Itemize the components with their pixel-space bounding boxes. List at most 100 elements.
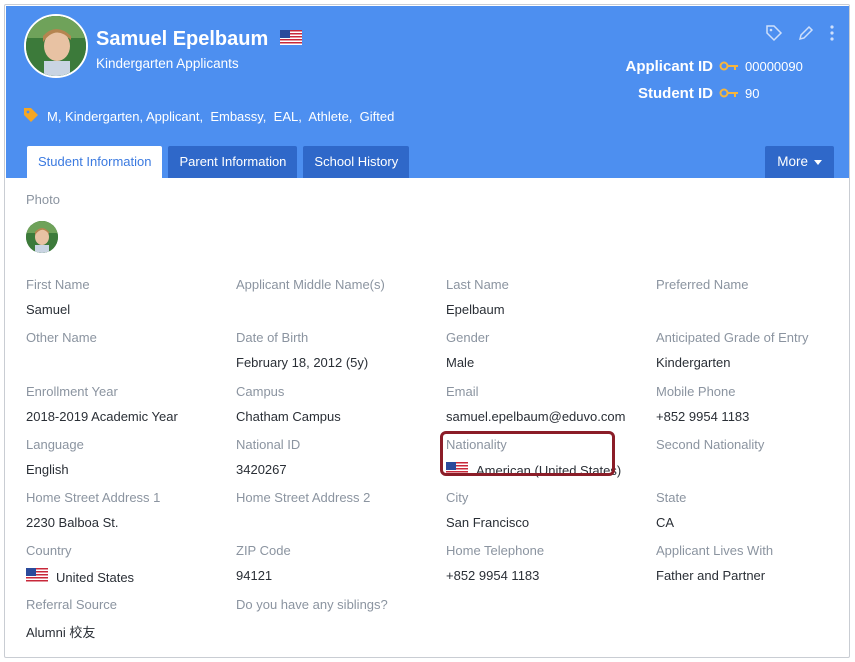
field-label: State — [656, 490, 687, 506]
field-value — [656, 462, 849, 478]
field-value — [656, 302, 849, 318]
field-other-name: Other Name — [26, 330, 236, 383]
field-country: Country United States — [26, 543, 236, 596]
field-label: Mobile Phone — [656, 383, 736, 399]
field-language: Language English — [26, 437, 236, 490]
tab-parent-information[interactable]: Parent Information — [168, 146, 298, 178]
field-label: Home Telephone — [446, 543, 545, 559]
key-icon — [719, 85, 739, 103]
field-label: ZIP Code — [236, 543, 291, 559]
tab-student-information[interactable]: Student Information — [27, 146, 163, 178]
field-label: First Name — [26, 277, 90, 292]
field-nationality: Nationality American (United States) — [440, 430, 656, 490]
avatar — [24, 14, 88, 78]
field-label: Other Name — [26, 330, 97, 346]
field-value: Chatham Campus — [236, 408, 341, 424]
field-value: United States — [26, 568, 236, 586]
tags-text[interactable]: M, Kindergarten, Applicant, Embassy, EAL… — [47, 109, 394, 124]
field-campus: Campus Chatham Campus — [236, 384, 446, 437]
field-value — [236, 622, 446, 638]
field-mobile-phone: Mobile Phone +852 9954 1183 — [656, 383, 849, 437]
field-label: Gender — [446, 330, 490, 346]
field-label: Home Street Address 2 — [236, 490, 371, 506]
field-label: Last Name — [446, 277, 509, 292]
nationality-value-text: American (United States) — [476, 463, 622, 479]
field-email: Email samuel.epelbaum@eduvo.com — [446, 384, 656, 437]
field-label: City — [446, 490, 469, 506]
field-value: 94121 — [236, 568, 273, 584]
country-value-text: United States — [56, 569, 135, 585]
field-grid: First Name Samuel Applicant Middle Name(… — [26, 277, 849, 650]
field-value: English — [26, 461, 69, 477]
field-gender: Gender Male — [446, 330, 656, 383]
field-label: Date of Birth — [236, 330, 309, 346]
field-home-street-address-1: Home Street Address 1 2230 Balboa St. — [26, 490, 236, 543]
student-name-text: Samuel Epelbaum — [96, 28, 269, 50]
us-flag-icon — [26, 568, 48, 586]
profile-header: Samuel Epelbaum Kindergarten Applicants — [6, 6, 849, 178]
field-applicant-middle-names: Applicant Middle Name(s) — [236, 277, 446, 330]
field-national-id: National ID 3420267 — [236, 437, 446, 490]
applicant-id-label: Applicant ID — [625, 58, 713, 75]
field-label: Nationality — [446, 436, 507, 452]
field-value: CA — [656, 515, 675, 531]
field-value: Alumni 校友 — [26, 624, 96, 640]
field-date-of-birth: Date of Birth February 18, 2012 (5y) — [236, 330, 446, 383]
field-label: Language — [26, 436, 84, 452]
field-siblings: Do you have any siblings? — [236, 597, 446, 650]
student-id-value: 90 — [745, 86, 760, 101]
field-value: 2230 Balboa St. — [26, 515, 119, 531]
field-label: Anticipated Grade of Entry — [656, 330, 809, 346]
student-profile-window: Samuel Epelbaum Kindergarten Applicants — [4, 4, 850, 658]
field-label: Applicant Middle Name(s) — [236, 277, 385, 292]
key-icon — [719, 58, 739, 76]
field-value — [236, 302, 446, 318]
student-photo[interactable] — [26, 221, 58, 253]
field-last-name: Last Name Epelbaum — [446, 277, 656, 330]
kebab-menu-icon[interactable] — [829, 24, 835, 47]
field-state: State CA — [656, 490, 849, 543]
field-value: +852 9954 1183 — [656, 408, 750, 424]
field-label: Preferred Name — [656, 277, 749, 292]
field-value: 2018-2019 Academic Year — [26, 408, 178, 424]
field-value: Kindergarten — [656, 355, 731, 371]
more-button-label: More — [777, 154, 808, 169]
field-first-name: First Name Samuel — [26, 277, 236, 330]
student-name: Samuel Epelbaum — [96, 28, 302, 51]
field-enrollment-year: Enrollment Year 2018-2019 Academic Year — [26, 384, 236, 437]
field-value: San Francisco — [446, 515, 530, 531]
field-label: Enrollment Year — [26, 383, 118, 399]
header-actions — [765, 24, 835, 47]
field-anticipated-grade: Anticipated Grade of Entry Kindergarten — [656, 330, 849, 383]
chevron-down-icon — [814, 159, 822, 165]
id-block: Applicant ID 00000090 Student ID 90 — [625, 53, 803, 107]
field-value: +852 9954 1183 — [446, 568, 540, 584]
more-button[interactable]: More — [765, 146, 834, 178]
student-id-label: Student ID — [638, 85, 713, 102]
tab-school-history[interactable]: School History — [303, 146, 410, 178]
student-id-row: Student ID 90 — [625, 80, 803, 107]
field-value: Epelbaum — [446, 302, 505, 317]
tag-list: M, Kindergarten, Applicant, Embassy, EAL… — [23, 107, 394, 126]
field-label: Applicant Lives With — [656, 543, 774, 559]
field-value: Father and Partner — [656, 568, 766, 584]
applicant-group: Kindergarten Applicants — [96, 56, 239, 71]
tag-outline-icon[interactable] — [765, 24, 783, 47]
field-second-nationality: Second Nationality — [656, 437, 849, 490]
field-value: Male — [446, 355, 475, 371]
field-label: Do you have any siblings? — [236, 596, 388, 612]
field-value: samuel.epelbaum@eduvo.com — [446, 408, 626, 424]
field-value: February 18, 2012 (5y) — [236, 355, 369, 371]
photo-label: Photo — [26, 192, 60, 207]
field-preferred-name: Preferred Name — [656, 277, 849, 330]
applicant-id-value: 00000090 — [745, 59, 803, 74]
applicant-id-row: Applicant ID 00000090 — [625, 53, 803, 80]
us-flag-icon — [446, 461, 468, 480]
field-home-telephone: Home Telephone +852 9954 1183 — [446, 543, 656, 596]
pencil-icon[interactable] — [797, 24, 815, 47]
field-label: Referral Source — [26, 596, 118, 612]
us-flag-icon — [279, 28, 302, 51]
field-label: Email — [446, 383, 479, 399]
field-value: 3420267 — [236, 461, 287, 477]
field-value: American (United States) — [446, 461, 656, 480]
